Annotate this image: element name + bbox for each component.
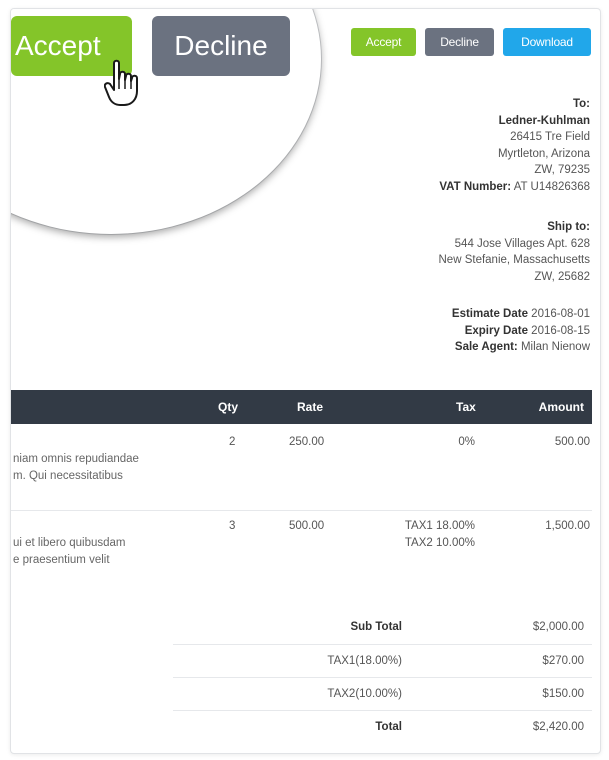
subtotal-value: $2,000.00 <box>532 621 584 633</box>
zoom-magnifier: Accept Decline <box>11 9 321 234</box>
ship-zip: ZW, 25682 <box>534 270 590 283</box>
to-street: 26415 Tre Field <box>510 131 590 143</box>
subtotal-label: Sub Total <box>350 621 402 633</box>
hand-pointer-icon <box>104 59 138 106</box>
magnified-decline-button[interactable]: Decline <box>152 16 290 76</box>
sale-agent: Sale Agent: Milan Nienow <box>454 341 590 353</box>
row-amount: 500.00 <box>554 436 590 448</box>
ship-heading: Ship to: <box>547 221 590 233</box>
ship-to-address: Ship to: 544 Jose Villages Apt. 628 New … <box>439 219 591 285</box>
row-rate: 250.00 <box>289 436 325 448</box>
estimate-dates: Estimate Date 2016-08-01 Expiry Date 201… <box>452 306 590 356</box>
row-divider <box>11 510 592 511</box>
tax2-row: TAX2(10.00%) $150.00 <box>173 677 592 711</box>
ship-city-state: New Stefanie, Massachusetts <box>438 254 591 266</box>
row-tax-1: TAX1 18.00% <box>404 520 475 532</box>
row-qty: 2 <box>229 436 236 448</box>
row-qty: 3 <box>229 520 236 532</box>
ship-street: 544 Jose Villages Apt. 628 <box>454 237 590 250</box>
row-tax: 0% <box>458 436 475 448</box>
tax1-value: $270.00 <box>542 655 584 667</box>
row-description-line1: niam omnis repudiandae <box>13 453 139 465</box>
tax1-row: TAX1(18.00%) $270.00 <box>173 644 592 678</box>
tax1-label: TAX1(18.00%) <box>327 655 402 667</box>
header-amount: Amount <box>538 400 584 414</box>
to-heading: To: <box>572 98 590 110</box>
decline-button[interactable]: Decline <box>425 28 494 56</box>
total-label: Total <box>375 721 402 733</box>
header-tax: Tax <box>456 400 476 414</box>
row-tax-2: TAX2 10.00% <box>404 537 475 549</box>
tax2-label: TAX2(10.00%) <box>327 688 402 700</box>
row-rate: 500.00 <box>289 520 325 532</box>
estimate-date: Estimate Date 2016-08-01 <box>451 308 590 320</box>
header-qty: Qty <box>218 400 239 414</box>
subtotal-row: Sub Total $2,000.00 <box>173 611 592 644</box>
download-button[interactable]: Download <box>503 28 591 56</box>
accept-button[interactable]: Accept <box>351 28 416 56</box>
total-row: Total $2,420.00 <box>173 710 592 744</box>
row-description-line2: m. Qui necessitatibus <box>13 470 123 482</box>
row-description-line1: ui et libero quibusdam <box>13 537 126 549</box>
header-rate: Rate <box>297 400 324 414</box>
to-city-state: Myrtleton, Arizona <box>497 147 590 160</box>
expiry-date: Expiry Date 2016-08-15 <box>464 324 590 337</box>
to-zip: ZW, 79235 <box>534 164 590 176</box>
estimate-card: Accept Decline Download To: Ledner-Kuhlm… <box>10 8 601 754</box>
row-description-line2: e praesentium velit <box>13 554 110 566</box>
vat-number: VAT Number: AT U14826368 <box>439 180 590 193</box>
tax2-value: $150.00 <box>542 688 584 700</box>
items-table-header: Qty Rate Tax Amount <box>11 390 592 424</box>
client-company: Ledner-Kuhlman <box>498 114 590 127</box>
total-value: $2,420.00 <box>532 721 584 733</box>
bill-to-address: To: Ledner-Kuhlman 26415 Tre Field Myrtl… <box>439 96 590 195</box>
row-amount: 1,500.00 <box>545 520 590 532</box>
